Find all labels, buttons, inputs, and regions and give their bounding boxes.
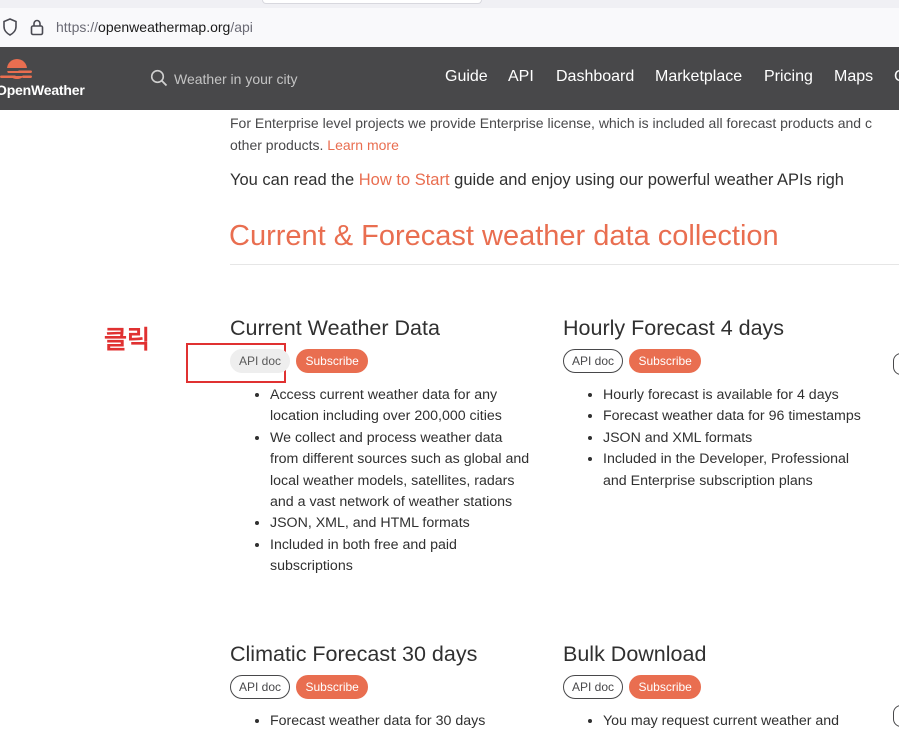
click-annotation-label: 클릭 bbox=[104, 325, 151, 354]
search-input[interactable] bbox=[174, 68, 344, 90]
enterprise-intro: For Enterprise level projects we provide… bbox=[230, 112, 899, 156]
shield-icon[interactable] bbox=[2, 18, 18, 41]
card-buttons: API doc Subscribe bbox=[563, 675, 863, 699]
api-doc-button[interactable]: API doc bbox=[563, 349, 624, 373]
nav-marketplace[interactable]: Marketplace bbox=[655, 68, 742, 86]
openweather-logo[interactable]: OpenWeather bbox=[0, 56, 96, 102]
section-title: Current & Forecast weather data collecti… bbox=[229, 220, 779, 252]
list-item: You may request current weather and bbox=[603, 711, 863, 732]
list-item: JSON and XML formats bbox=[603, 428, 863, 449]
url-text[interactable]: https://openweathermap.org/api bbox=[56, 19, 253, 35]
card-title: Climatic Forecast 30 days bbox=[230, 642, 478, 666]
url-host: openweathermap.org bbox=[98, 19, 231, 35]
card-climatic-forecast: Climatic Forecast 30 days API doc Subscr… bbox=[230, 642, 530, 732]
how-to-start-link[interactable]: How to Start bbox=[359, 171, 450, 189]
enterprise-line-2-text: other products. bbox=[230, 137, 324, 153]
feature-list: Access current weather data for any loca… bbox=[230, 385, 530, 578]
city-search[interactable] bbox=[150, 68, 350, 90]
nav-api[interactable]: API bbox=[508, 68, 534, 86]
nav-guide[interactable]: Guide bbox=[445, 68, 488, 86]
card-buttons: API doc Subscribe bbox=[563, 349, 863, 373]
browser-tab[interactable] bbox=[262, 0, 482, 4]
how-to-start-intro: You can read the How to Start guide and … bbox=[230, 171, 844, 190]
subscribe-button[interactable]: Subscribe bbox=[629, 675, 701, 699]
api-doc-button[interactable]: API doc bbox=[230, 349, 291, 373]
list-item: Included in both free and paid subscript… bbox=[270, 535, 530, 578]
card-title: Hourly Forecast 4 days bbox=[563, 316, 785, 340]
enterprise-line-1: For Enterprise level projects we provide… bbox=[230, 115, 872, 131]
feature-list: Hourly forecast is available for 4 days … bbox=[563, 385, 863, 492]
subscribe-button[interactable]: Subscribe bbox=[296, 675, 368, 699]
logo-text: OpenWeather bbox=[0, 82, 85, 98]
list-item: We collect and process weather data from… bbox=[270, 428, 530, 514]
api-doc-button[interactable]: API doc bbox=[563, 675, 624, 699]
list-item: Forecast weather data for 30 days bbox=[270, 711, 530, 732]
clipped-api-doc-button[interactable] bbox=[893, 705, 899, 727]
card-title: Current Weather Data bbox=[230, 316, 440, 340]
browser-tabstrip bbox=[0, 0, 899, 8]
lock-icon[interactable] bbox=[30, 18, 44, 41]
card-current-weather: Current Weather Data API doc Subscribe A… bbox=[230, 316, 530, 578]
card-buttons: API doc Subscribe bbox=[230, 675, 530, 699]
learn-more-link[interactable]: Learn more bbox=[327, 137, 399, 153]
nav-maps[interactable]: Maps bbox=[834, 68, 873, 86]
card-buttons: API doc Subscribe bbox=[230, 349, 530, 373]
browser-address-bar[interactable]: https://openweathermap.org/api bbox=[0, 8, 899, 48]
search-icon[interactable] bbox=[150, 69, 168, 92]
url-path: /api bbox=[230, 19, 253, 35]
list-item: Access current weather data for any loca… bbox=[270, 385, 530, 428]
subscribe-button[interactable]: Subscribe bbox=[296, 349, 368, 373]
read-prefix: You can read the bbox=[230, 171, 355, 189]
section-divider bbox=[230, 264, 899, 265]
clipped-api-doc-button[interactable] bbox=[893, 353, 899, 375]
card-title: Bulk Download bbox=[563, 642, 707, 666]
read-suffix: guide and enjoy using our powerful weath… bbox=[454, 171, 844, 189]
list-item: Forecast weather data for 96 timestamps bbox=[603, 406, 863, 427]
card-bulk-download: Bulk Download API doc Subscribe You may … bbox=[563, 642, 863, 732]
nav-overflow-link[interactable]: C bbox=[894, 68, 899, 86]
card-hourly-forecast: Hourly Forecast 4 days API doc Subscribe… bbox=[563, 316, 863, 492]
list-item: Hourly forecast is available for 4 days bbox=[603, 385, 863, 406]
list-item: Included in the Developer, Professional … bbox=[603, 449, 863, 492]
subscribe-button[interactable]: Subscribe bbox=[629, 349, 701, 373]
feature-list: You may request current weather and bbox=[563, 711, 863, 732]
site-header: OpenWeather Guide API Dashboard Marketpl… bbox=[0, 47, 899, 110]
url-scheme: https:// bbox=[56, 19, 99, 35]
feature-list: Forecast weather data for 30 days bbox=[230, 711, 530, 732]
enterprise-line-2: other products. Learn more bbox=[230, 134, 899, 156]
nav-pricing[interactable]: Pricing bbox=[764, 68, 813, 86]
api-doc-button[interactable]: API doc bbox=[230, 675, 291, 699]
nav-dashboard[interactable]: Dashboard bbox=[556, 68, 634, 86]
list-item: JSON, XML, and HTML formats bbox=[270, 513, 530, 534]
